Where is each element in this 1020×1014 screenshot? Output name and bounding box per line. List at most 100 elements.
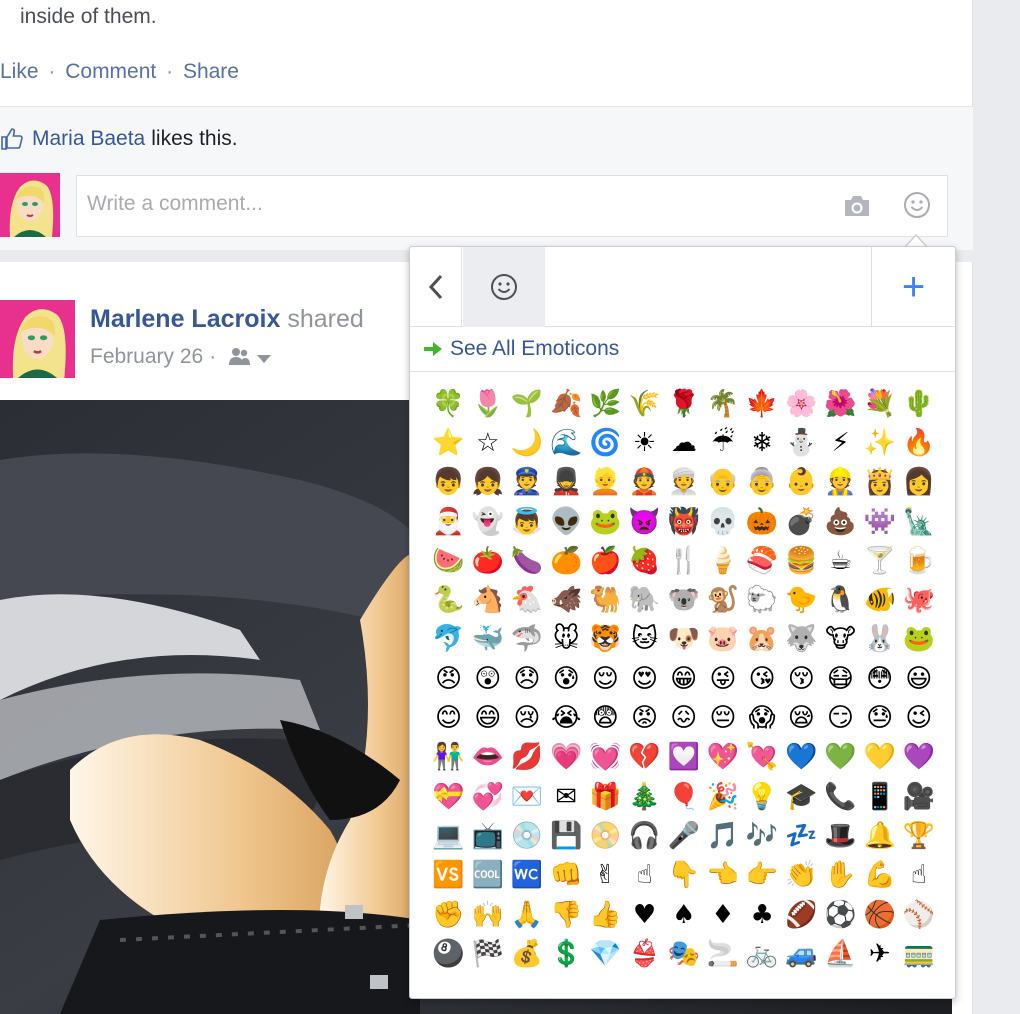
emoji-item[interactable]: 💚 bbox=[821, 738, 860, 777]
emoji-item[interactable]: 🚾 bbox=[507, 856, 546, 895]
emoji-item[interactable]: 👄 bbox=[468, 738, 507, 777]
emoji-item[interactable]: 📞 bbox=[821, 777, 860, 816]
emoji-item[interactable]: 🔔 bbox=[860, 816, 899, 855]
emoji-item[interactable]: 🐸 bbox=[586, 502, 625, 541]
emoji-item[interactable]: 😭 bbox=[547, 698, 586, 737]
emoji-item[interactable]: 👉 bbox=[743, 856, 782, 895]
emoji-item[interactable]: 🍴 bbox=[664, 541, 703, 580]
emoji-item[interactable]: 🍁 bbox=[743, 384, 782, 423]
emoji-item[interactable]: 🍅 bbox=[468, 541, 507, 580]
emoji-item[interactable]: 🍔 bbox=[782, 541, 821, 580]
emoji-item[interactable]: 💖 bbox=[703, 738, 742, 777]
emoji-item[interactable]: ☀ bbox=[625, 423, 664, 462]
emoji-item[interactable]: 😏 bbox=[821, 698, 860, 737]
emoji-item[interactable]: 💋 bbox=[507, 738, 546, 777]
emoji-item[interactable]: 🚙 bbox=[782, 934, 821, 973]
emoji-item[interactable]: 💾 bbox=[547, 816, 586, 855]
emoji-item[interactable]: 🙌 bbox=[468, 895, 507, 934]
emoji-item[interactable]: 🎓 bbox=[782, 777, 821, 816]
emoji-item[interactable]: 👱 bbox=[586, 463, 625, 502]
emoji-item[interactable]: 💻 bbox=[429, 816, 468, 855]
emoji-item[interactable]: 🐑 bbox=[743, 580, 782, 619]
emoji-item[interactable]: ✨ bbox=[860, 423, 899, 462]
emoji-item[interactable]: 🎵 bbox=[703, 816, 742, 855]
emoji-item[interactable]: ✌ bbox=[586, 856, 625, 895]
emoji-item[interactable]: 👾 bbox=[860, 502, 899, 541]
emoji-item[interactable]: 🍓 bbox=[625, 541, 664, 580]
emoji-item[interactable]: 🎃 bbox=[743, 502, 782, 541]
post-date-link[interactable]: February 26 bbox=[90, 345, 203, 369]
emoji-item[interactable]: 📺 bbox=[468, 816, 507, 855]
emoji-item[interactable]: 💛 bbox=[860, 738, 899, 777]
emoji-item[interactable]: 🐹 bbox=[743, 620, 782, 659]
emoji-item[interactable]: ✊ bbox=[429, 895, 468, 934]
emoji-item[interactable]: 😊 bbox=[429, 698, 468, 737]
emoji-item[interactable]: 🆚 bbox=[429, 856, 468, 895]
emoji-item[interactable]: 🌿 bbox=[586, 384, 625, 423]
emoji-item[interactable]: 🌸 bbox=[782, 384, 821, 423]
emoji-item[interactable]: 🚲 bbox=[743, 934, 782, 973]
emoji-item[interactable]: 🏈 bbox=[782, 895, 821, 934]
emoji-item[interactable]: 🦈 bbox=[507, 620, 546, 659]
emoji-item[interactable]: 🎅 bbox=[429, 502, 468, 541]
emoji-item[interactable]: 💎 bbox=[586, 934, 625, 973]
emoji-item[interactable]: 👲 bbox=[625, 463, 664, 502]
emoji-item[interactable]: 🍂 bbox=[547, 384, 586, 423]
emoji-item[interactable]: 🌹 bbox=[664, 384, 703, 423]
emoji-item[interactable]: 👳 bbox=[664, 463, 703, 502]
emoji-item[interactable]: 🐳 bbox=[468, 620, 507, 659]
emoji-item[interactable]: ⛵ bbox=[821, 934, 860, 973]
comment-link[interactable]: Comment bbox=[65, 60, 156, 83]
author-avatar[interactable] bbox=[0, 300, 75, 378]
emoji-item[interactable]: 💐 bbox=[860, 384, 899, 423]
emoji-item[interactable]: 💘 bbox=[743, 738, 782, 777]
like-link[interactable]: Like bbox=[0, 60, 39, 83]
emoji-item[interactable]: ♣ bbox=[743, 895, 782, 934]
emoji-item[interactable]: 👷 bbox=[821, 463, 860, 502]
emoji-item[interactable]: 🐬 bbox=[429, 620, 468, 659]
emoji-item[interactable]: 🚬 bbox=[703, 934, 742, 973]
emoji-item[interactable]: 🍸 bbox=[860, 541, 899, 580]
emoji-item[interactable]: 💗 bbox=[547, 738, 586, 777]
emoji-item[interactable]: 🐒 bbox=[703, 580, 742, 619]
emoji-item[interactable]: ✉ bbox=[547, 777, 586, 816]
emoji-item[interactable]: 👸 bbox=[860, 463, 899, 502]
emoji-item[interactable]: 💲 bbox=[547, 934, 586, 973]
emoji-item[interactable]: 🎱 bbox=[429, 934, 468, 973]
emoji-item[interactable]: ☕ bbox=[821, 541, 860, 580]
emoji-item[interactable]: ☔ bbox=[703, 423, 742, 462]
author-name-link[interactable]: Marlene Lacroix bbox=[90, 305, 280, 333]
emoji-item[interactable]: 😔 bbox=[703, 698, 742, 737]
emoji-item[interactable]: ⚽ bbox=[821, 895, 860, 934]
emoji-item[interactable]: 😷 bbox=[821, 659, 860, 698]
emoji-item[interactable]: 💿 bbox=[507, 816, 546, 855]
emoji-item[interactable]: ♦ bbox=[703, 895, 742, 934]
emoji-item[interactable]: 🎭 bbox=[664, 934, 703, 973]
emoji-item[interactable]: 😢 bbox=[507, 698, 546, 737]
emoji-item[interactable]: 🎩 bbox=[821, 816, 860, 855]
emoji-item[interactable]: 🍎 bbox=[586, 541, 625, 580]
emoji-item[interactable]: 🐶 bbox=[664, 620, 703, 659]
emoji-item[interactable]: 👻 bbox=[468, 502, 507, 541]
comment-input[interactable] bbox=[87, 192, 787, 216]
picker-back-button[interactable] bbox=[410, 247, 462, 327]
emoji-item[interactable]: 🐧 bbox=[821, 580, 860, 619]
emoji-item[interactable]: 🎥 bbox=[899, 777, 938, 816]
emoji-item[interactable]: 😖 bbox=[664, 698, 703, 737]
emoji-item[interactable]: 👙 bbox=[625, 934, 664, 973]
emoji-item[interactable]: 👽 bbox=[547, 502, 586, 541]
emoji-item[interactable]: 👼 bbox=[507, 502, 546, 541]
emoji-item[interactable]: 🍊 bbox=[547, 541, 586, 580]
emoji-item[interactable]: ❄ bbox=[743, 423, 782, 462]
emoji-item[interactable]: 😳 bbox=[860, 659, 899, 698]
emoji-item[interactable]: 👧 bbox=[468, 463, 507, 502]
emoji-item[interactable]: 🐮 bbox=[821, 620, 860, 659]
emoji-item[interactable]: 💟 bbox=[664, 738, 703, 777]
emoji-item[interactable]: 🌴 bbox=[703, 384, 742, 423]
emoji-item[interactable]: 👍 bbox=[586, 895, 625, 934]
emoji-item[interactable]: 🐙 bbox=[899, 580, 938, 619]
emoji-item[interactable]: ⚾ bbox=[899, 895, 938, 934]
emoji-item[interactable]: 🐴 bbox=[468, 580, 507, 619]
emoji-item[interactable]: ☁ bbox=[664, 423, 703, 462]
emoji-item[interactable]: 🐭 bbox=[547, 620, 586, 659]
